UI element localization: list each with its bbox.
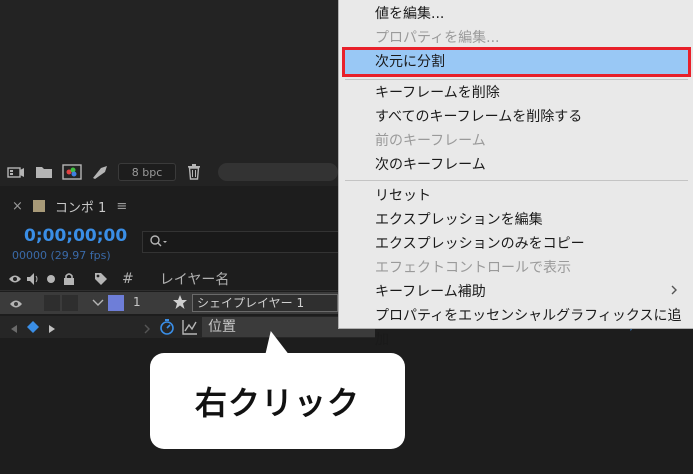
- new-composition-icon[interactable]: [62, 164, 82, 180]
- menu-item-delete-keyframe[interactable]: キーフレームを削除: [345, 81, 688, 105]
- previous-keyframe-icon[interactable]: [10, 322, 18, 338]
- chevron-right-icon[interactable]: [143, 322, 151, 338]
- menu-item-keyframe-assistant[interactable]: キーフレーム補助: [345, 280, 688, 304]
- layer-label-color[interactable]: [108, 295, 124, 311]
- layer-number-header: #: [122, 270, 134, 287]
- label-tag-icon[interactable]: [94, 272, 108, 286]
- layer-solo-slot[interactable]: [62, 295, 78, 311]
- menu-item-delete-all-keyframes[interactable]: すべてのキーフレームを削除する: [345, 105, 688, 129]
- current-time-display[interactable]: 0;00;00;00: [24, 226, 127, 246]
- menu-item-edit-expression[interactable]: エクスプレッションを編集: [345, 208, 688, 232]
- context-menu: 値を編集... プロパティを編集... 次元に分割 キーフレームを削除 すべての…: [338, 0, 693, 348]
- composition-tab[interactable]: × コンポ 1 ≡: [0, 192, 338, 220]
- menu-item-edit-value[interactable]: 値を編集...: [345, 2, 688, 26]
- add-keyframe-icon[interactable]: [26, 320, 40, 338]
- menu-item-copy-expression-only[interactable]: エクスプレッションのみをコピー: [345, 232, 688, 256]
- composition-name: コンポ 1: [54, 200, 107, 216]
- layer-number: 1: [133, 295, 141, 309]
- layer-row[interactable]: 1 シェイプレイヤー 1: [0, 292, 375, 314]
- close-icon[interactable]: ×: [12, 199, 23, 214]
- layer-search-input[interactable]: [142, 231, 338, 253]
- search-icon: [149, 233, 169, 252]
- property-row[interactable]: 位置: [0, 316, 375, 338]
- new-folder-icon[interactable]: [34, 164, 54, 180]
- menu-item-reset[interactable]: リセット: [345, 184, 688, 208]
- menu-item-edit-property: プロパティを編集...: [375, 30, 500, 46]
- layer-column-header: # レイヤー名: [0, 267, 338, 291]
- menu-separator: [345, 79, 688, 80]
- menu-item-reveal-in-effect-controls: エフェクトコントロールで表示: [375, 260, 571, 276]
- menu-item-previous-keyframe: 前のキーフレーム: [375, 133, 486, 149]
- panel-menu-icon[interactable]: ≡: [116, 199, 127, 214]
- project-toolbar: 8 bpc: [0, 160, 338, 184]
- flowchart-icon[interactable]: [90, 164, 110, 180]
- project-scrollbar[interactable]: [218, 163, 338, 181]
- stopwatch-icon[interactable]: [159, 318, 175, 340]
- chevron-down-icon[interactable]: [92, 297, 104, 311]
- menu-item-add-to-essential-graphics[interactable]: プロパティをエッセンシャルグラフィックスに追加: [345, 304, 688, 348]
- layer-name[interactable]: シェイプレイヤー 1: [192, 294, 338, 312]
- chevron-right-icon: [670, 280, 678, 304]
- solo-icon[interactable]: [44, 272, 58, 286]
- menu-item-label: キーフレーム補助: [375, 284, 486, 300]
- layer-visibility-icon[interactable]: [9, 298, 23, 312]
- menu-item-next-keyframe[interactable]: 次のキーフレーム: [345, 153, 688, 177]
- trash-icon[interactable]: [184, 164, 204, 180]
- shape-layer-star-icon: [172, 294, 188, 313]
- eye-icon[interactable]: [8, 272, 22, 286]
- bit-depth-button[interactable]: 8 bpc: [118, 163, 176, 181]
- interpret-footage-icon[interactable]: [6, 164, 26, 180]
- graph-icon[interactable]: [182, 319, 198, 339]
- callout-bubble: 右クリック: [150, 353, 405, 449]
- project-panel: [0, 0, 338, 186]
- composition-color-swatch: [32, 200, 45, 212]
- menu-item-separate-dimensions[interactable]: 次元に分割: [342, 47, 691, 77]
- layer-audio-slot[interactable]: [44, 295, 60, 311]
- layer-name-header[interactable]: レイヤー名: [160, 269, 230, 289]
- next-keyframe-icon[interactable]: [48, 322, 56, 338]
- callout-text: 右クリック: [194, 384, 360, 422]
- menu-separator: [345, 180, 688, 181]
- frame-rate-display: 00000 (29.97 fps): [12, 249, 111, 262]
- lock-icon[interactable]: [62, 272, 76, 286]
- audio-icon[interactable]: [26, 272, 40, 286]
